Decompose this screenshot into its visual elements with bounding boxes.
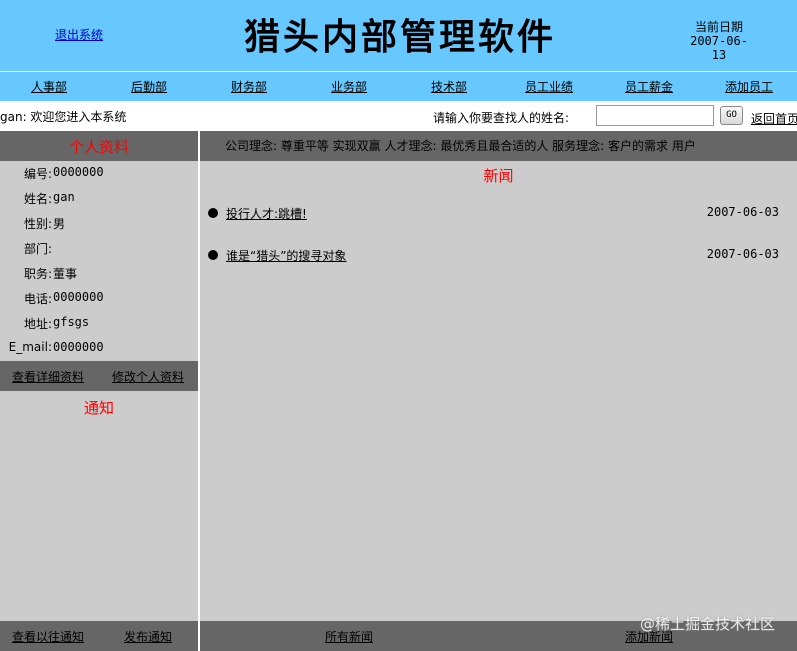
profile-field-value: 男: [53, 217, 66, 231]
profile-field-address: 地址: gfsgs: [0, 315, 198, 335]
nav-item-business[interactable]: 业务部: [331, 78, 367, 95]
search-label: 请输入你要查找人的姓名:: [433, 111, 570, 125]
go-button[interactable]: GO: [720, 106, 743, 125]
news-date: 2007-06-03: [706, 247, 779, 261]
news-title-link[interactable]: 谁是“猎头”的搜寻对象: [226, 247, 346, 264]
profile-field-label: 姓名:: [23, 192, 52, 206]
profile-field-value: gan: [53, 190, 75, 204]
edit-profile-link[interactable]: 修改个人资料: [112, 368, 184, 385]
profile-field-email: E_mail: 0000000: [0, 340, 198, 360]
nav-item-hr[interactable]: 人事部: [31, 78, 67, 95]
profile-heading-bar: 个人资料: [0, 131, 198, 161]
search-input[interactable]: [596, 105, 714, 126]
profile-actions-bar: 查看详细资料 修改个人资料: [0, 361, 198, 391]
profile-field-value: 0000000: [53, 290, 104, 304]
site-watermark: @稀土掘金技术社区: [639, 615, 775, 633]
profile-field-gender: 性别: 男: [0, 215, 198, 235]
profile-field-label: 职务:: [23, 267, 52, 281]
home-link[interactable]: 返回首页: [751, 110, 797, 127]
nav-item-tech[interactable]: 技术部: [431, 78, 467, 95]
news-title-link[interactable]: 投行人才:跳槽!: [226, 205, 307, 222]
nav-item-performance[interactable]: 员工业绩: [525, 78, 573, 95]
bullet-icon: [208, 208, 218, 218]
profile-field-name: 姓名: gan: [0, 190, 198, 210]
welcome-message: gan: 欢迎您进入本系统: [0, 110, 127, 124]
logout-link[interactable]: 退出系统: [55, 26, 103, 43]
header: 退出系统 猎头内部管理软件 当前日期 2007-06-13: [0, 0, 797, 71]
profile-heading: 个人资料: [68, 138, 129, 156]
philosophy-ticker: 公司理念: 尊重平等 实现双赢 人才理念: 最优秀且最合适的人 服务理念: 客户…: [200, 131, 797, 161]
news-heading: 新闻: [483, 167, 514, 185]
publish-notice-link[interactable]: 发布通知: [124, 628, 172, 645]
left-panel: 个人资料 编号: 0000000 姓名: gan 性别: 男 部门: 职务: 董…: [0, 131, 198, 651]
main-nav: 人事部 后勤部 财务部 业务部 技术部 员工业绩 员工薪金 添加员工: [0, 71, 797, 101]
view-profile-detail-link[interactable]: 查看详细资料: [12, 368, 84, 385]
profile-field-phone: 电话: 0000000: [0, 290, 198, 310]
nav-item-add-employee[interactable]: 添加员工: [725, 78, 773, 95]
bullet-icon: [208, 250, 218, 260]
profile-field-label: 编号:: [23, 167, 52, 181]
nav-item-logistics[interactable]: 后勤部: [131, 78, 167, 95]
all-news-link[interactable]: 所有新闻: [325, 628, 373, 645]
current-date-label: 当前日期: [694, 20, 743, 34]
nav-item-finance[interactable]: 财务部: [231, 78, 267, 95]
profile-field-label: 部门:: [23, 242, 52, 256]
profile-field-value: 董事: [53, 267, 78, 281]
profile-field-label: 电话:: [23, 292, 52, 306]
profile-field-label: 性别:: [23, 217, 52, 231]
news-item: 投行人才:跳槽! 2007-06-03: [200, 204, 797, 224]
news-date: 2007-06-03: [706, 205, 779, 219]
nav-item-salary[interactable]: 员工薪金: [625, 78, 673, 95]
current-date-value: 2007-06-13: [690, 34, 748, 62]
notice-heading: 通知: [83, 399, 114, 417]
profile-field-id: 编号: 0000000: [0, 165, 198, 185]
notice-history-link[interactable]: 查看以往通知: [12, 628, 84, 645]
profile-field-value: 0000000: [53, 340, 104, 354]
profile-field-label: E_mail:: [8, 340, 52, 354]
app-title: 猎头内部管理软件: [243, 16, 556, 58]
notice-actions-bar: 查看以往通知 发布通知: [0, 621, 198, 651]
search-bar: gan: 欢迎您进入本系统 请输入你要查找人的姓名: GO 返回首页: [0, 101, 797, 131]
profile-field-label: 地址:: [23, 317, 52, 331]
main-panel: 公司理念: 尊重平等 实现双赢 人才理念: 最优秀且最合适的人 服务理念: 客户…: [200, 131, 797, 651]
profile-field-position: 职务: 董事: [0, 265, 198, 285]
profile-field-value: 0000000: [53, 165, 104, 179]
profile-field-department: 部门:: [0, 240, 198, 260]
profile-field-value: gfsgs: [53, 315, 90, 329]
news-item: 谁是“猎头”的搜寻对象 2007-06-03: [200, 246, 797, 266]
ticker-text: 公司理念: 尊重平等 实现双赢 人才理念: 最优秀且最合适的人 服务理念: 客户…: [225, 139, 696, 153]
